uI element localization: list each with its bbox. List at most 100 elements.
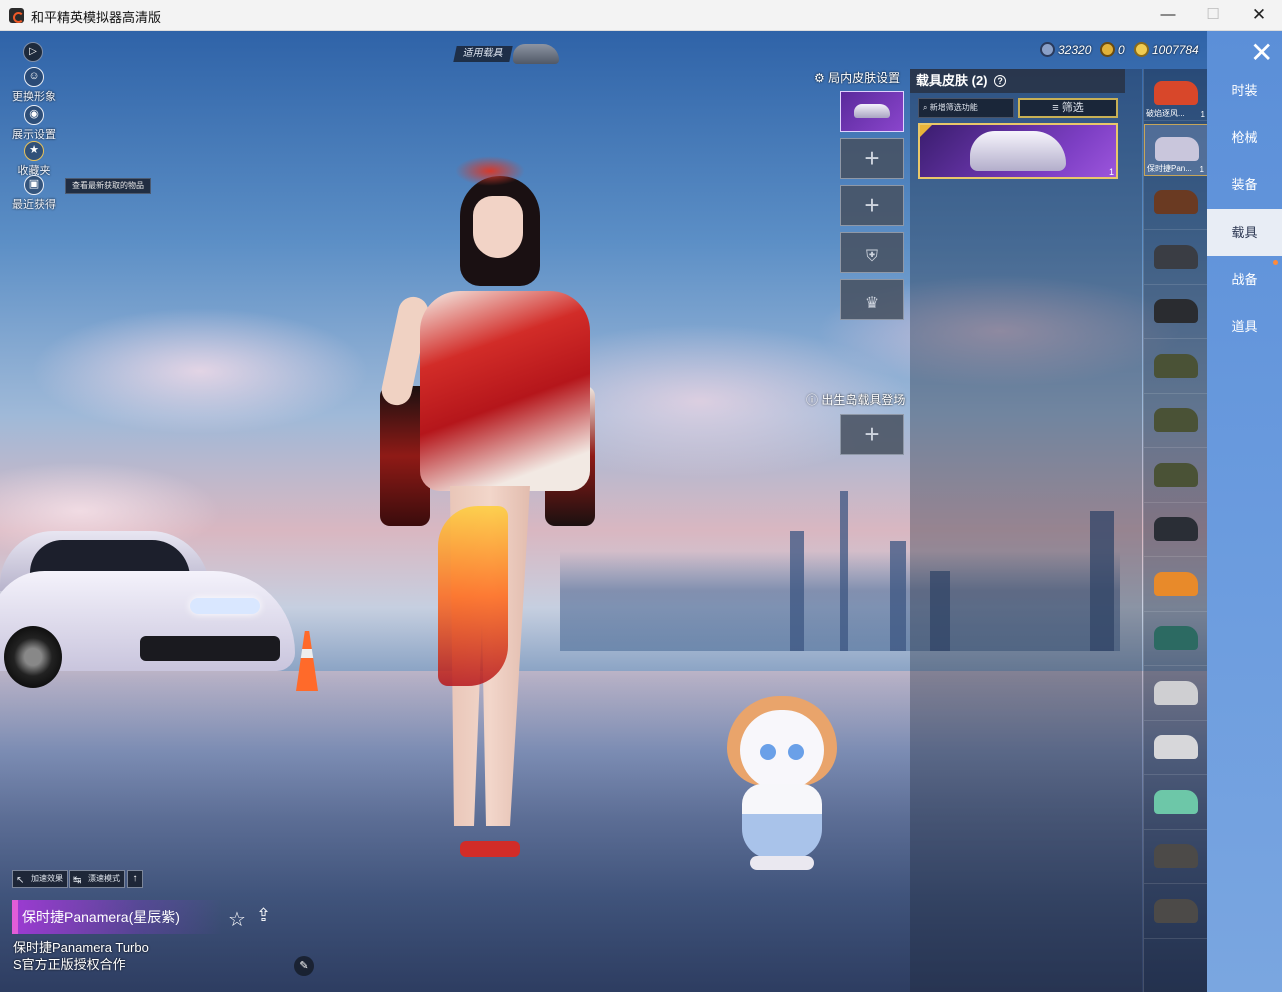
play-icon[interactable]: ▷ xyxy=(23,42,43,62)
recently-obtained-label: 最近获得 xyxy=(12,199,56,211)
pet-body xyxy=(742,784,822,859)
pet-eye xyxy=(760,744,776,760)
recently-obtained-button[interactable]: ▣ 最近获得 xyxy=(6,175,62,212)
vehicle-list-item[interactable]: 破焰逐风... 1 xyxy=(1144,69,1208,121)
vehicle-thumbnail-icon xyxy=(1154,626,1198,650)
skin-slot-crown[interactable]: ♛ xyxy=(840,279,904,320)
new-filter-feature-button[interactable]: ⌕ 新增筛选功能 xyxy=(918,98,1014,118)
crown-icon: ♛ xyxy=(864,295,880,312)
favorite-star-icon[interactable]: ☆ xyxy=(228,907,246,932)
new-tag-icon xyxy=(920,125,932,137)
filter-button[interactable]: ≡ 筛选 xyxy=(1018,98,1118,118)
change-appearance-label: 更换形象 xyxy=(12,91,56,103)
vehicle-list-item[interactable] xyxy=(1144,342,1208,394)
car-headlight xyxy=(190,598,260,614)
applicable-vehicle-button[interactable]: 适用载具 xyxy=(453,43,559,65)
change-appearance-button[interactable]: ☺ 更换形象 xyxy=(6,67,62,104)
vehicle-list-item[interactable] xyxy=(1144,505,1208,557)
gold-a-coin-icon xyxy=(1100,42,1115,57)
gift-icon: ▣ xyxy=(24,175,44,195)
speed-icon: ↖ xyxy=(16,875,25,886)
close-panel-button[interactable]: ✕ xyxy=(1250,39,1273,67)
vehicle-list-item[interactable] xyxy=(1144,669,1208,721)
vehicle-list-item-label: 保时捷Pan... xyxy=(1147,163,1192,173)
spawn-island-vehicle-title: ⓘ 出生岛载具登场 xyxy=(806,391,905,408)
vehicle-list-item[interactable] xyxy=(1144,778,1208,830)
skin-slot-empty[interactable]: + xyxy=(840,185,904,226)
maximize-button[interactable]: ☐ xyxy=(1190,0,1236,31)
vehicle-thumbnail-icon xyxy=(1154,190,1198,214)
vehicle-list-item-count: 1 xyxy=(1199,164,1204,174)
expand-up-button[interactable]: ↑ xyxy=(127,870,143,888)
tab-battle-prep[interactable]: 战备 xyxy=(1207,256,1282,303)
vehicle-list-item[interactable] xyxy=(1144,396,1208,448)
skin-slot-empty[interactable]: + xyxy=(840,138,904,179)
skin-card-count: 1 xyxy=(1108,167,1114,177)
vehicle-thumbnail-icon xyxy=(1154,462,1198,487)
tab-equipment[interactable]: 装备 xyxy=(1207,161,1282,208)
vehicle-list-item[interactable] xyxy=(1144,614,1208,666)
edit-pencil-icon[interactable]: ✎ xyxy=(294,956,314,976)
close-window-button[interactable]: ✕ xyxy=(1236,0,1282,31)
vehicle-skin-panel xyxy=(910,69,1142,992)
vehicle-thumbnail-icon xyxy=(854,104,890,118)
showcase-car xyxy=(0,526,310,696)
vehicle-thumbnail-icon xyxy=(1154,789,1198,814)
vehicle-thumbnail-icon xyxy=(1154,735,1198,759)
skyline-tower xyxy=(890,541,906,651)
pet-feet xyxy=(750,856,814,870)
spawn-vehicle-slot[interactable]: + xyxy=(840,414,904,455)
vehicle-list-item[interactable] xyxy=(1144,287,1208,339)
character-shoes xyxy=(460,841,520,857)
spawn-island-vehicle-label: 出生岛载具登场 xyxy=(821,393,906,407)
minimize-button[interactable]: — xyxy=(1145,0,1191,31)
vehicle-list-item[interactable] xyxy=(1144,233,1208,285)
vehicle-thumbnail-icon xyxy=(1154,571,1198,596)
vehicle-list-item[interactable] xyxy=(1144,560,1208,612)
tab-items[interactable]: 道具 xyxy=(1207,303,1282,350)
tab-vehicles[interactable]: 载具 xyxy=(1207,209,1282,256)
vehicle-list-item[interactable]: 保时捷Pan... 1 xyxy=(1144,123,1208,176)
currency-gold-a: 0 xyxy=(1100,41,1125,59)
tab-weapons[interactable]: 枪械 xyxy=(1207,114,1282,161)
vehicle-list-item[interactable] xyxy=(1144,451,1208,503)
accel-effect-button[interactable]: ↖ 加速效果 xyxy=(12,870,68,888)
car-wheel xyxy=(4,626,62,688)
currency-gold-value: 1007784 xyxy=(1152,43,1199,57)
vehicle-thumbnail-icon xyxy=(1154,299,1198,323)
vehicle-type-list: 破焰逐风... 1 保时捷Pan... 1 xyxy=(1143,69,1208,992)
vehicle-list-item[interactable] xyxy=(1144,832,1208,884)
diamond-coin-icon xyxy=(1040,42,1055,57)
badge-icon: ★ xyxy=(24,141,44,161)
in-match-skin-settings-label: 局内皮肤设置 xyxy=(828,71,901,85)
vehicle-list-item[interactable] xyxy=(1144,723,1208,775)
vehicle-skin-card[interactable]: 1 xyxy=(918,123,1118,179)
share-icon[interactable]: ⇪ xyxy=(256,905,271,926)
favorites-button[interactable]: ★ 收藏夹 xyxy=(6,141,62,178)
vehicle-list-item-count: 1 xyxy=(1200,110,1205,119)
display-settings-label: 展示设置 xyxy=(12,129,56,141)
vehicle-list-item[interactable] xyxy=(1144,178,1208,230)
app-logo-icon xyxy=(9,8,24,23)
currency-diamond: 32320 xyxy=(1040,41,1091,59)
skin-slot-locked[interactable]: ⛨ xyxy=(840,232,904,273)
help-icon[interactable]: ? xyxy=(994,75,1007,87)
recent-items-tooltip: 查看最新获取的物品 xyxy=(65,178,151,194)
skin-description-line: 保时捷Panamera Turbo xyxy=(13,940,149,955)
character-flame-sash xyxy=(438,506,508,686)
character-face xyxy=(473,196,523,258)
game-viewport: ▷ ☺ 更换形象 ◉ 展示设置 ★ 收藏夹 ▣ 最近获得 查看最新获取的物品 适… xyxy=(0,31,1282,992)
drift-mode-button[interactable]: ↹ 漂速模式 xyxy=(69,870,125,888)
help-icon[interactable]: ⓘ xyxy=(806,393,821,407)
vehicle-list-item[interactable] xyxy=(1144,887,1208,939)
gold-coin-icon xyxy=(1134,42,1149,57)
skin-slot-car[interactable] xyxy=(840,91,904,132)
display-settings-button[interactable]: ◉ 展示设置 xyxy=(6,105,62,142)
window-titlebar: 和平精英模拟器高清版 — ☐ ✕ xyxy=(0,0,1282,31)
person-icon: ☺ xyxy=(24,67,44,87)
tab-fashion[interactable]: 时装 xyxy=(1207,67,1282,114)
accel-effect-label: 加速效果 xyxy=(31,874,63,883)
character-headdress xyxy=(455,156,525,186)
skyline-tower xyxy=(840,491,848,651)
vehicle-thumbnail-icon xyxy=(1154,81,1198,105)
